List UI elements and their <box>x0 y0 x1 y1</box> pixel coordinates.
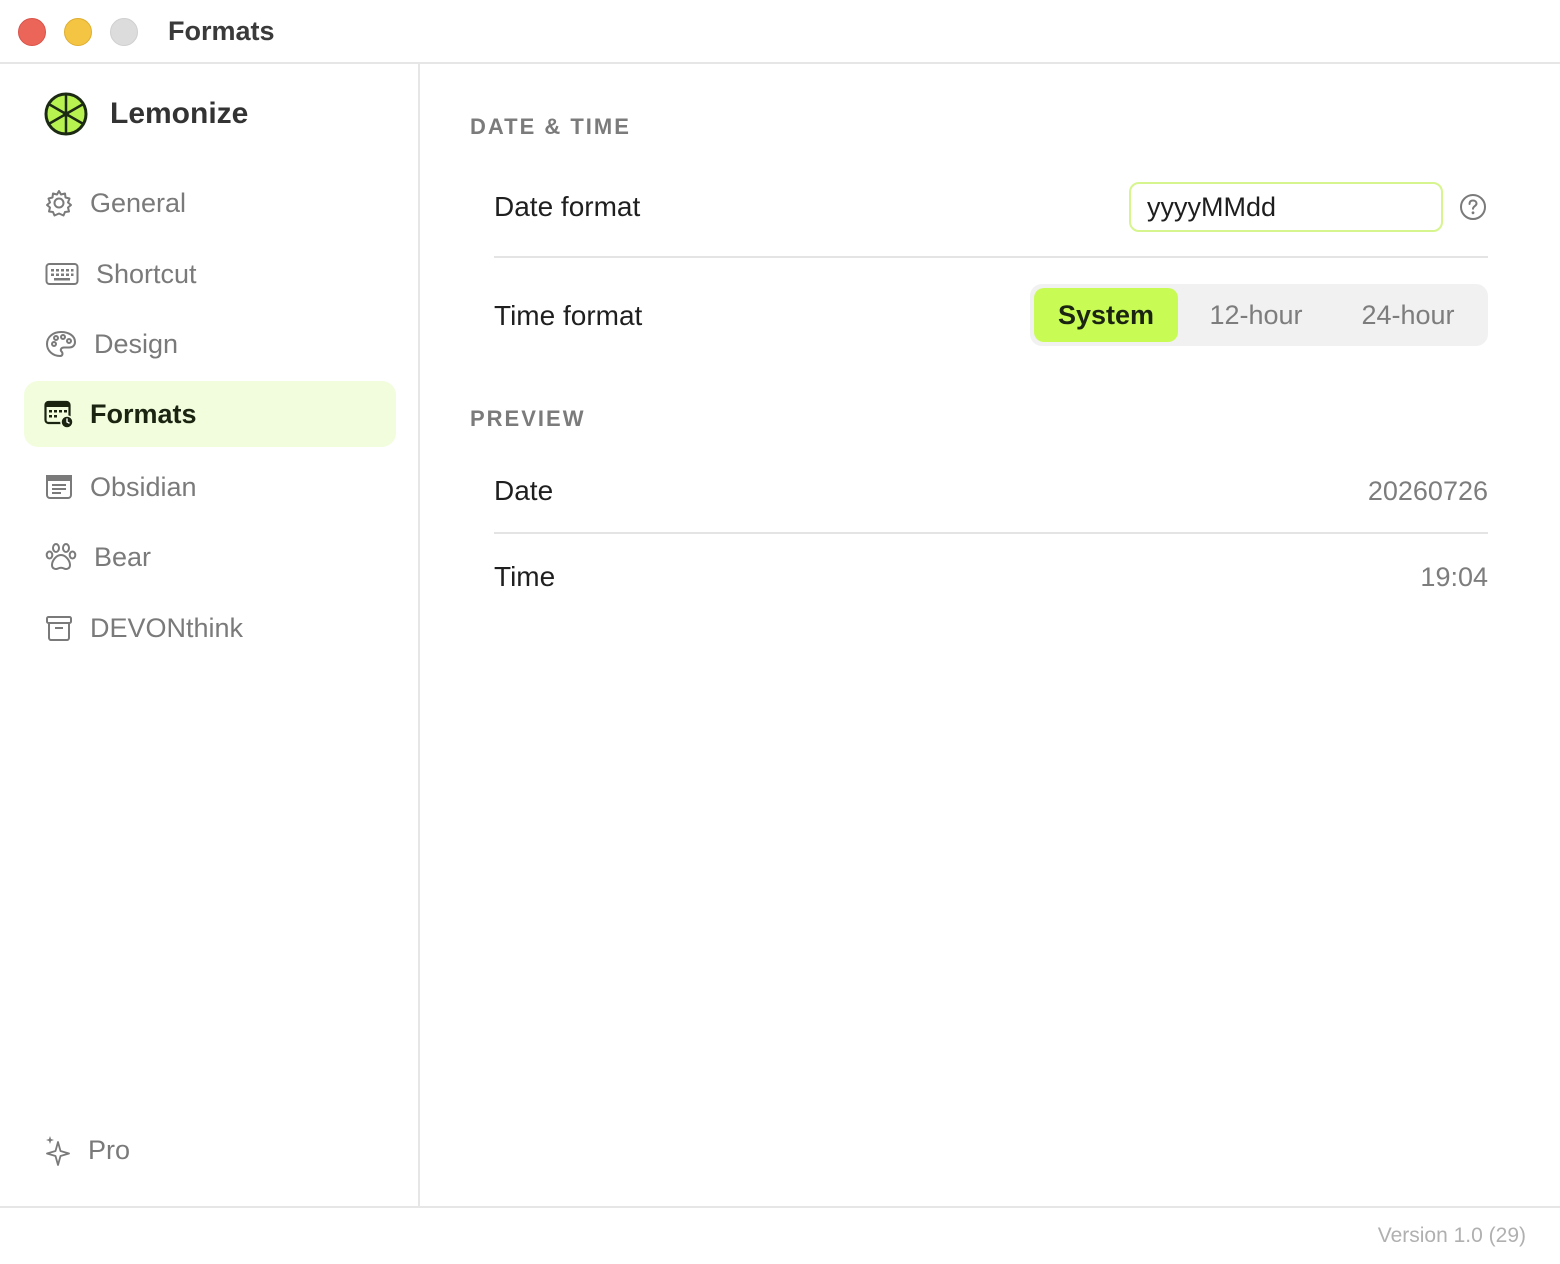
close-window-button[interactable] <box>18 18 46 46</box>
section-title-date-time: DATE & TIME <box>470 114 631 139</box>
section-title-preview: PREVIEW <box>470 406 586 431</box>
sparkles-icon <box>44 1134 72 1166</box>
palette-icon <box>44 329 78 359</box>
sidebar-item-shortcut[interactable]: Shortcut <box>24 241 396 307</box>
gear-icon <box>44 188 74 218</box>
sidebar-item-pro[interactable]: Pro <box>44 1134 130 1166</box>
sidebar-item-label: Obsidian <box>90 471 197 502</box>
keyboard-icon <box>44 259 80 289</box>
minimize-window-button[interactable] <box>64 18 92 46</box>
sidebar-item-design[interactable]: Design <box>24 311 396 377</box>
time-format-option-12-hour[interactable]: 12-hour <box>1182 288 1330 342</box>
sidebar-item-obsidian[interactable]: Obsidian <box>24 454 396 520</box>
zoom-window-button[interactable] <box>110 18 138 46</box>
time-format-option-system[interactable]: System <box>1034 288 1178 342</box>
sidebar-item-formats[interactable]: Formats <box>24 381 396 447</box>
sidebar-item-bear[interactable]: Bear <box>24 524 396 590</box>
settings-window: Formats Lemonize General Shortcut Design… <box>0 0 1560 1264</box>
date-format-label: Date format <box>494 191 641 222</box>
help-icon[interactable] <box>1459 193 1487 221</box>
time-format-label: Time format <box>494 300 643 331</box>
main-content: DATE & TIME Date format Time format Syst… <box>422 64 1560 1206</box>
lemon-logo-icon <box>44 92 88 136</box>
paw-icon <box>44 542 78 572</box>
archive-box-icon <box>44 613 74 643</box>
time-format-segmented-control: System 12-hour 24-hour <box>1030 284 1488 346</box>
preview-time-value: 19:04 <box>1420 562 1488 592</box>
divider <box>494 532 1488 534</box>
brand: Lemonize <box>44 92 248 136</box>
pro-label: Pro <box>88 1134 131 1165</box>
sidebar-item-label: Design <box>94 328 179 359</box>
sidebar-item-devonthink[interactable]: DEVONthink <box>24 595 396 661</box>
preview-date-value: 20260726 <box>1367 476 1488 506</box>
sidebar-item-label: Bear <box>94 541 152 572</box>
preview-time-label: Time <box>494 561 556 592</box>
sidebar-item-label: Shortcut <box>96 258 197 289</box>
footer: Version 1.0 (29) <box>0 1206 1560 1264</box>
sidebar: Lemonize General Shortcut Design Formats… <box>0 64 420 1206</box>
title-bar: Formats <box>0 0 1560 64</box>
window-title: Formats <box>168 16 275 46</box>
brand-name: Lemonize <box>110 97 249 130</box>
preview-date-label: Date <box>494 475 554 506</box>
sidebar-item-label: DEVONthink <box>90 612 244 643</box>
note-icon <box>44 472 74 502</box>
sidebar-item-label: Formats <box>90 398 197 429</box>
divider <box>494 256 1488 258</box>
sidebar-item-general[interactable]: General <box>24 170 396 236</box>
sidebar-item-label: General <box>90 187 187 218</box>
version-label: Version 1.0 (29) <box>1377 1224 1526 1247</box>
time-format-option-24-hour[interactable]: 24-hour <box>1332 288 1484 342</box>
calendar-clock-icon <box>44 399 74 429</box>
date-format-input[interactable] <box>1129 182 1443 232</box>
